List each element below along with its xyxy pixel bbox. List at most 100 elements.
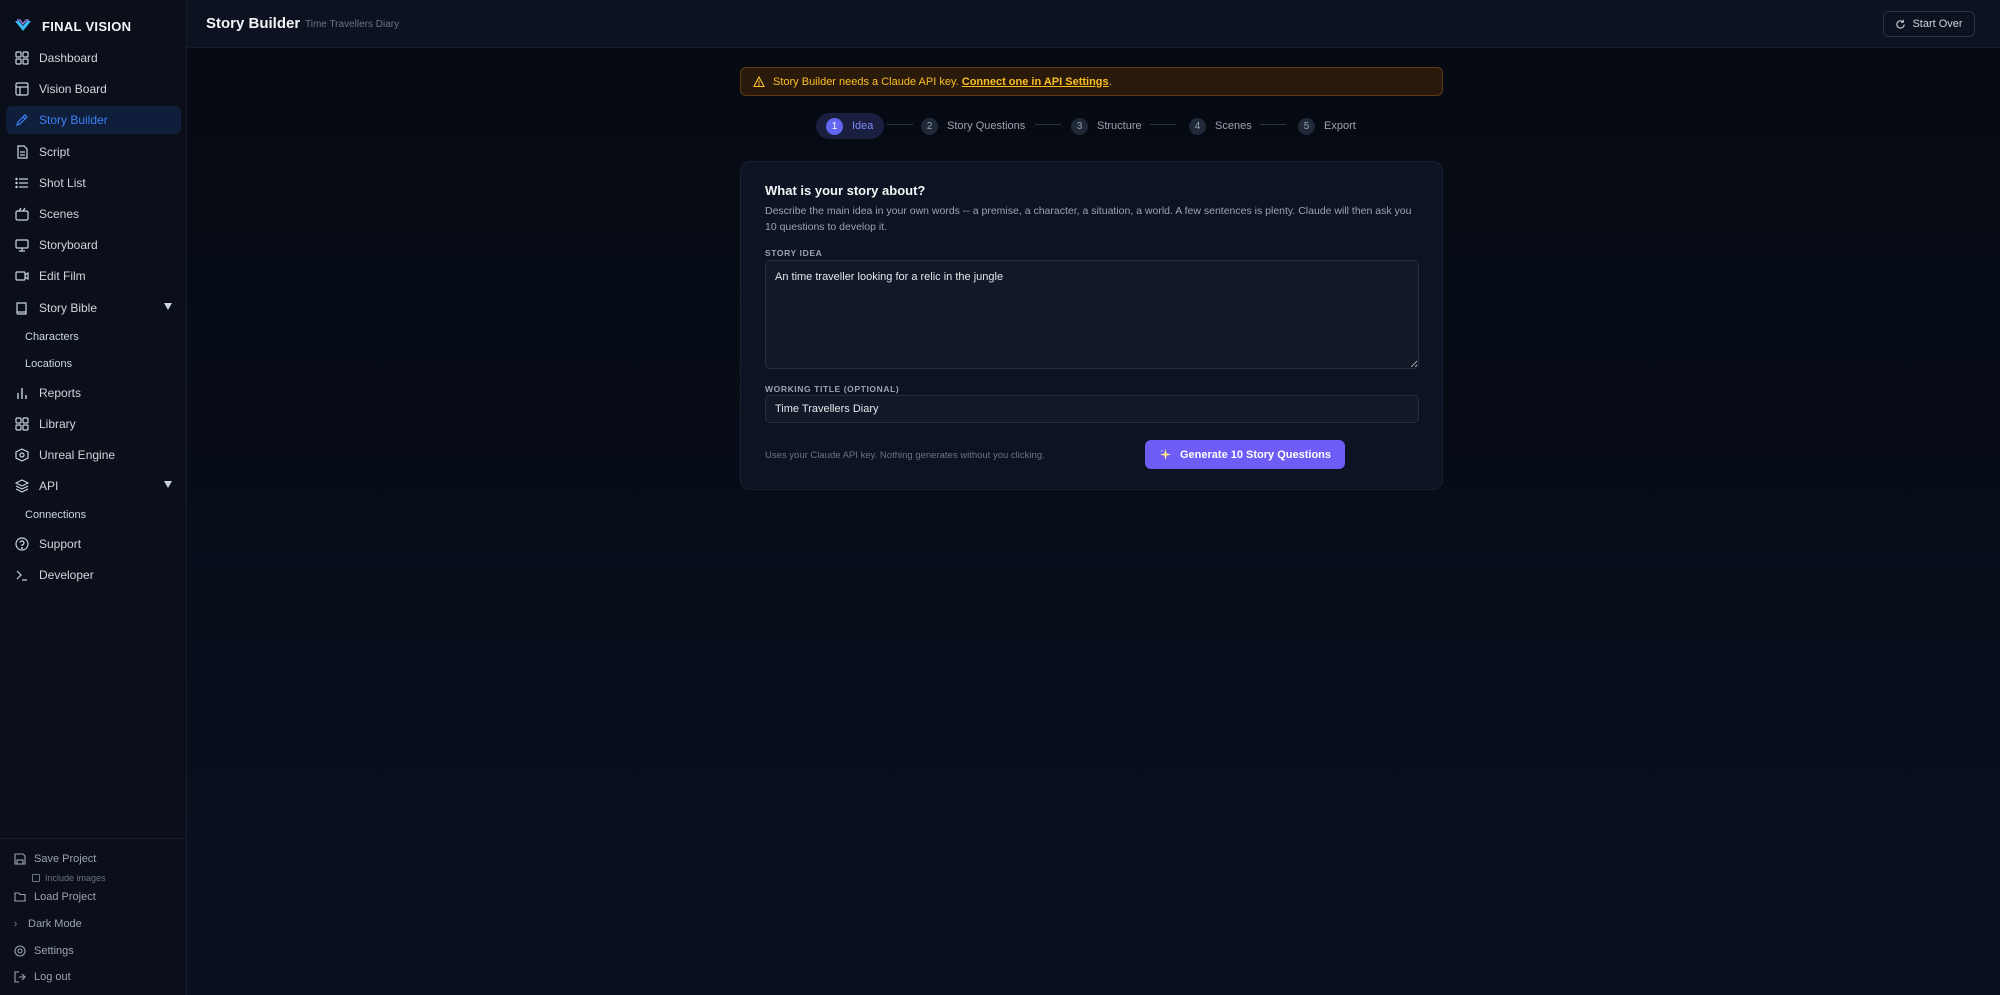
folder-icon xyxy=(14,892,26,902)
sidebar-item-label: Reports xyxy=(39,386,82,400)
sidebar-item-developer[interactable]: Developer xyxy=(6,561,181,589)
story-idea-card: What is your story about? Describe the m… xyxy=(740,161,1443,490)
sidebar-item-label: Edit Film xyxy=(39,269,86,283)
sidebar-item-reports[interactable]: Reports xyxy=(6,379,181,407)
sidebar-subitem-connections[interactable]: Connections xyxy=(25,509,86,521)
sidebar-item-storyboard[interactable]: Storyboard xyxy=(6,231,181,259)
monitor-icon xyxy=(15,239,29,252)
sidebar-item-scenes[interactable]: Scenes xyxy=(6,200,181,228)
sidebar-item-label: Unreal Engine xyxy=(39,448,116,462)
terminal-icon xyxy=(16,570,27,581)
sidebar-item-label: Library xyxy=(39,417,76,431)
settings-label: Settings xyxy=(34,945,74,957)
list-icon xyxy=(15,177,28,189)
grid-icon xyxy=(15,51,29,65)
story-idea-textarea[interactable]: An time traveller looking for a relic in… xyxy=(765,260,1419,369)
step-connector xyxy=(1035,124,1061,125)
brand[interactable]: FINAL VISION xyxy=(14,18,131,34)
generate-button-label: Generate 10 Story Questions xyxy=(1180,448,1331,461)
step-story-questions[interactable]: 2 Story Questions xyxy=(921,113,1025,139)
step-export[interactable]: 5 Export xyxy=(1298,113,1356,139)
step-structure[interactable]: 3 Structure xyxy=(1071,113,1142,139)
sidebar-item-vision-board[interactable]: Vision Board xyxy=(6,75,181,103)
gear-icon xyxy=(14,945,26,957)
sidebar-subitem-characters[interactable]: Characters xyxy=(25,331,79,343)
step-label: Scenes xyxy=(1215,120,1252,132)
pen-icon xyxy=(16,114,28,126)
sidebar-item-unreal-engine[interactable]: Unreal Engine xyxy=(6,441,181,469)
sidebar-item-support[interactable]: Support xyxy=(6,530,181,558)
help-circle-icon xyxy=(15,537,29,551)
sidebar-item-api[interactable]: API xyxy=(6,472,181,500)
sidebar-item-label: Vision Board xyxy=(39,82,107,96)
sidebar-item-label: Story Bible xyxy=(39,301,98,315)
step-scenes[interactable]: 4 Scenes xyxy=(1189,113,1252,139)
sidebar-item-label: Script xyxy=(39,145,70,159)
clapper-icon xyxy=(15,207,29,221)
logout-button[interactable]: Log out xyxy=(14,971,71,983)
step-label: Export xyxy=(1324,120,1356,132)
save-icon xyxy=(14,853,26,865)
include-images-checkbox[interactable] xyxy=(32,874,40,882)
settings-button[interactable]: Settings xyxy=(14,945,74,957)
top-bar: Story Builder Time Travellers Diary Star… xyxy=(187,0,2000,48)
step-label: Idea xyxy=(852,120,874,132)
include-images-toggle[interactable]: Include images xyxy=(32,873,106,883)
start-over-button[interactable]: Start Over xyxy=(1883,11,1975,37)
load-project-label: Load Project xyxy=(34,891,96,903)
sidebar-item-story-bible[interactable]: Story Bible xyxy=(6,294,181,322)
sidebar-item-story-builder[interactable]: Story Builder xyxy=(6,106,181,134)
video-icon xyxy=(15,271,29,281)
working-title-input[interactable] xyxy=(765,395,1419,423)
layers-icon xyxy=(15,479,29,493)
sidebar-item-label: API xyxy=(39,479,59,493)
warning-suffix: . xyxy=(1108,75,1112,88)
step-connector xyxy=(887,124,913,125)
step-idea[interactable]: 1 Idea xyxy=(816,113,885,139)
step-number: 4 xyxy=(1189,117,1206,135)
step-number: 2 xyxy=(921,117,938,135)
sidebar-item-label: Storyboard xyxy=(39,238,98,252)
load-project-button[interactable]: Load Project xyxy=(14,891,96,903)
save-project-label: Save Project xyxy=(34,853,97,865)
step-progress: 1 Idea 2 Story Questions 3 Structure 4 S… xyxy=(187,111,2000,141)
grid-icon xyxy=(15,417,29,431)
page-title: Story Builder xyxy=(206,15,301,32)
logo-icon xyxy=(15,19,31,31)
working-title-label: WORKING TITLE (OPTIONAL) xyxy=(765,384,900,394)
unreal-icon xyxy=(15,448,29,462)
sidebar-item-label: Developer xyxy=(39,568,94,582)
card-title: What is your story about? xyxy=(765,183,926,198)
sidebar-item-shot-list[interactable]: Shot List xyxy=(6,169,181,197)
save-project-button[interactable]: Save Project xyxy=(14,853,96,865)
sidebar-divider xyxy=(0,838,187,839)
story-idea-label: STORY IDEA xyxy=(765,248,823,258)
sidebar-subitem-locations[interactable]: Locations xyxy=(25,358,72,370)
generate-questions-button[interactable]: Generate 10 Story Questions xyxy=(1145,440,1345,469)
sidebar-item-label: Story Builder xyxy=(39,113,108,127)
logout-icon xyxy=(14,971,26,983)
file-text-icon xyxy=(17,145,28,159)
dark-mode-toggle[interactable]: Dark Mode xyxy=(14,918,82,930)
step-number: 1 xyxy=(826,117,843,135)
sidebar-item-dashboard[interactable]: Dashboard xyxy=(6,44,181,72)
sidebar: FINAL VISION Dashboard Vision Board Stor… xyxy=(0,0,187,995)
api-usage-hint: Uses your Claude API key. Nothing genera… xyxy=(765,450,1045,461)
sidebar-item-label: Shot List xyxy=(39,176,86,190)
sidebar-item-library[interactable]: Library xyxy=(6,410,181,438)
start-over-label: Start Over xyxy=(1912,18,1963,30)
warning-icon xyxy=(753,75,765,87)
sidebar-item-edit-film[interactable]: Edit Film xyxy=(6,262,181,290)
step-label: Structure xyxy=(1097,120,1142,132)
sidebar-item-script[interactable]: Script xyxy=(6,138,181,166)
step-number: 5 xyxy=(1298,117,1315,135)
main-content: Story Builder needs a Claude API key. Co… xyxy=(187,48,2000,995)
card-description: Describe the main idea in your own words… xyxy=(765,205,1412,233)
api-settings-link[interactable]: Connect one in API Settings xyxy=(962,76,1109,88)
refresh-icon xyxy=(1896,19,1906,29)
api-key-warning: Story Builder needs a Claude API key. Co… xyxy=(740,67,1443,96)
warning-text: Story Builder needs a Claude API key. xyxy=(773,75,959,88)
book-icon xyxy=(16,302,27,315)
sidebar-item-label: Support xyxy=(39,537,82,551)
bar-chart-icon xyxy=(17,388,27,399)
